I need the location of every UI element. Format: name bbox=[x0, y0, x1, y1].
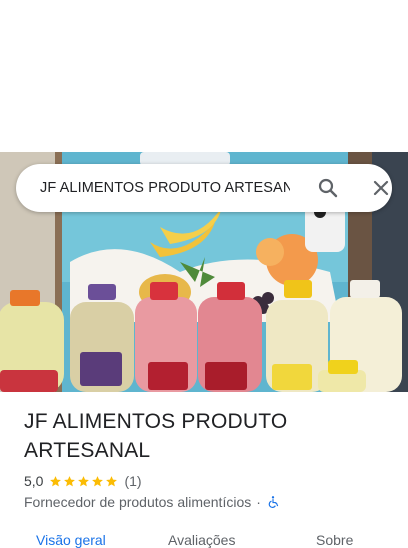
rating-row[interactable]: 5,0 (1) bbox=[24, 472, 142, 490]
tab-overview[interactable]: Visão geral bbox=[36, 532, 106, 548]
close-icon bbox=[373, 180, 389, 196]
search-bar[interactable]: JF ALIMENTOS PRODUTO ARTESAN bbox=[16, 164, 392, 212]
place-category: Fornecedor de produtos alimentícios bbox=[24, 494, 252, 510]
search-input[interactable]: JF ALIMENTOS PRODUTO ARTESAN bbox=[40, 164, 290, 212]
place-title: JF ALIMENTOS PRODUTO ARTESANAL bbox=[24, 410, 288, 462]
star-icon bbox=[106, 475, 118, 486]
star-rating bbox=[49, 475, 119, 488]
search-button[interactable] bbox=[316, 176, 340, 200]
tab-about[interactable]: Sobre bbox=[316, 532, 353, 548]
tab-reviews[interactable]: Avaliações bbox=[168, 532, 235, 548]
star-icon bbox=[92, 475, 104, 486]
search-icon bbox=[318, 178, 338, 198]
separator-dot: · bbox=[256, 494, 261, 510]
star-icon bbox=[78, 475, 90, 486]
review-count[interactable]: (1) bbox=[124, 473, 141, 489]
star-icon bbox=[64, 475, 76, 486]
star-icon bbox=[50, 475, 62, 486]
place-tabs: Visão geral Avaliações Sobre bbox=[0, 528, 408, 548]
rating-value: 5,0 bbox=[24, 473, 44, 489]
category-row: Fornecedor de produtos alimentícios · bbox=[24, 493, 280, 511]
close-button[interactable] bbox=[369, 176, 393, 200]
wheelchair-icon bbox=[268, 496, 279, 508]
